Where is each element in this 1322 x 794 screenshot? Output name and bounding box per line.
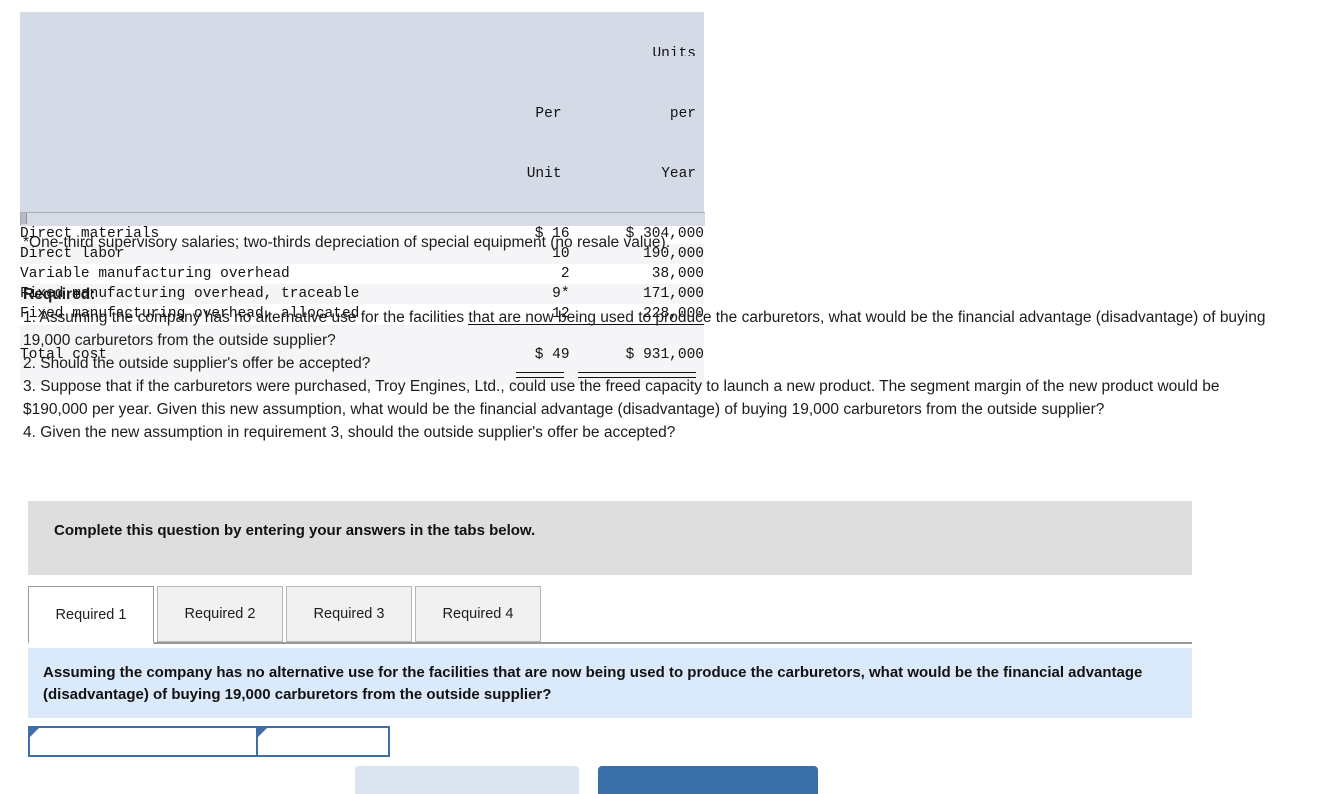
tab-required-2[interactable]: Required 2	[157, 586, 283, 642]
table-footnote: *One-third supervisory salaries; two-thi…	[23, 234, 671, 251]
previous-button[interactable]	[355, 766, 579, 794]
answer-field-2[interactable]	[256, 726, 390, 757]
tab-required-1[interactable]: Required 1	[28, 586, 154, 644]
answer-input-2[interactable]	[258, 728, 388, 755]
tab-required-1-label: Required 1	[55, 606, 127, 623]
scrollbar-thumb[interactable]	[21, 213, 27, 224]
tab-required-2-label: Required 2	[184, 606, 256, 622]
required-item-4: 4. Given the new assumption in requireme…	[23, 424, 676, 441]
cost-table-head: Per Unit Units per Year	[20, 12, 704, 224]
cell-marker-icon	[30, 728, 39, 737]
tab-required-3-label: Required 3	[313, 606, 385, 622]
required-heading: Required:	[23, 286, 96, 303]
header-per-year: Units per Year	[569, 12, 704, 224]
active-question-text: Assuming the company has no alternative …	[43, 664, 1143, 703]
header-per-unit-line1: Per	[535, 106, 562, 122]
required-item-2: 2. Should the outside supplier's offer b…	[23, 355, 371, 372]
row-per-year: 38,000	[569, 264, 704, 284]
active-question-panel: Assuming the company has no alternative …	[28, 648, 1192, 718]
header-clipped-spacer	[468, 44, 561, 56]
required-item-1: 1. Assuming the company has no alternati…	[23, 309, 1266, 349]
row-per-unit: 2	[468, 264, 570, 284]
complete-question-text: Complete this question by entering your …	[54, 522, 536, 539]
tab-required-4[interactable]: Required 4	[415, 586, 541, 642]
next-button[interactable]	[598, 766, 818, 794]
header-label-col	[20, 12, 469, 224]
table-horizontal-scrollbar[interactable]	[20, 212, 705, 226]
header-clipped-units: Units	[652, 46, 696, 56]
row-label: Variable manufacturing overhead	[20, 264, 469, 284]
required-section: Required: 1. Assuming the company has no…	[23, 283, 1268, 444]
tab-required-4-label: Required 4	[442, 606, 514, 622]
requirement-tabs: Required 1 Required 2 Required 3 Require…	[28, 586, 1192, 644]
table-row: Variable manufacturing overhead 2 38,000	[20, 264, 704, 284]
cost-table-header-row: Per Unit Units per Year	[20, 12, 704, 224]
answer-field-1[interactable]	[28, 726, 260, 757]
header-per-year-line2: Year	[661, 166, 696, 182]
required-item-3: 3. Suppose that if the carburetors were …	[23, 378, 1220, 418]
complete-question-banner: Complete this question by entering your …	[28, 501, 1192, 575]
header-per-year-line1: per	[669, 106, 696, 122]
header-per-unit-line2: Unit	[526, 166, 562, 182]
header-per-unit: Per Unit	[468, 12, 570, 224]
answer-input-1[interactable]	[30, 728, 258, 755]
tab-required-3[interactable]: Required 3	[286, 586, 412, 642]
cell-marker-icon	[258, 728, 267, 737]
